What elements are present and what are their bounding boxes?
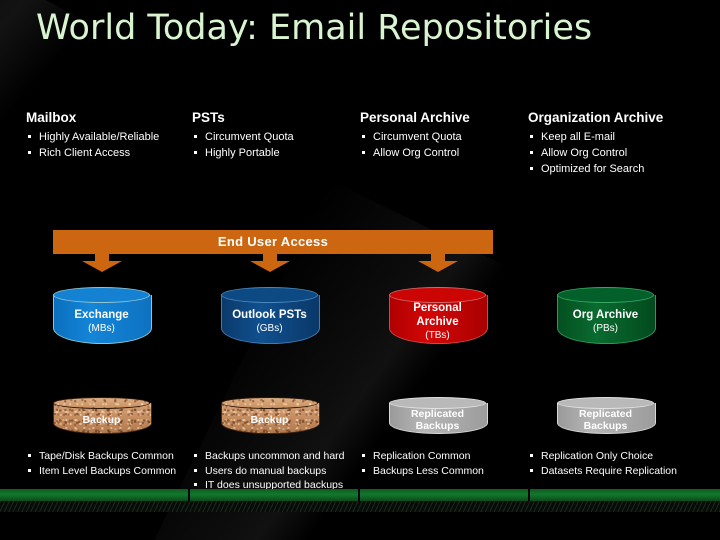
list-item: Highly Portable (192, 145, 294, 161)
backup-label-psts: Backup (221, 397, 318, 437)
footer-green-bar (0, 489, 720, 501)
store-name-line2: Archive (416, 316, 459, 328)
list-item: Optimized for Search (528, 161, 663, 177)
bullet-list-notes-organization-archive: Replication Only Choice Datasets Require… (528, 449, 677, 478)
list-item: Backups Less Common (360, 464, 484, 479)
list-item: Circumvent Quota (360, 129, 470, 145)
list-item: Rich Client Access (26, 145, 159, 161)
store-cylinder-exchange: Exchange (MBs) (53, 287, 152, 351)
list-item: Item Level Backups Common (26, 464, 176, 479)
column-personal-archive: Personal Archive Circumvent Quota Allow … (360, 110, 470, 161)
store-label-outlook-psts: Outlook PSTs (GBs) (221, 287, 318, 351)
store-label-org-archive: Org Archive (PBs) (557, 287, 654, 351)
backup-label-personal-archive: Replicated Backups (389, 397, 486, 437)
down-arrow-icon-exchange (82, 254, 122, 272)
backup-label-org-archive: Replicated Backups (557, 397, 654, 437)
notes-mailbox: Tape/Disk Backups Common Item Level Back… (26, 449, 176, 478)
store-name: Outlook PSTs (232, 309, 307, 321)
backup-cylinder-org-archive: Replicated Backups (557, 397, 656, 437)
column-organization-archive: Organization Archive Keep all E-mail All… (528, 110, 663, 177)
column-header-psts: PSTs (192, 110, 225, 125)
store-name: Exchange (74, 309, 129, 321)
column-psts: PSTs Circumvent Quota Highly Portable (192, 110, 294, 161)
store-unit: (GBs) (256, 323, 283, 334)
notes-personal-archive: Replication Common Backups Less Common (360, 449, 484, 478)
store-label-exchange: Exchange (MBs) (53, 287, 150, 351)
list-item: Users do manual backups (192, 464, 345, 479)
list-item: Allow Org Control (528, 145, 663, 161)
slide-canvas: World Today: Email Repositories Mailbox … (0, 0, 720, 540)
backup-cylinder-exchange: Backup (53, 397, 152, 437)
list-item: Tape/Disk Backups Common (26, 449, 176, 464)
notes-organization-archive: Replication Only Choice Datasets Require… (528, 449, 677, 478)
footer-divider-2 (358, 489, 360, 501)
backup-cylinder-psts: Backup (221, 397, 320, 437)
notes-psts: Backups uncommon and hard Users do manua… (192, 449, 345, 493)
footer-divider-3 (528, 489, 530, 501)
footer-divider-1 (188, 489, 190, 501)
list-item: Replication Only Choice (528, 449, 677, 464)
store-unit: (TBs) (425, 330, 450, 341)
list-item: Backups uncommon and hard (192, 449, 345, 464)
backup-name-line2: Backups (583, 419, 628, 432)
column-header-organization-archive: Organization Archive (528, 110, 664, 125)
list-item: Allow Org Control (360, 145, 470, 161)
end-user-access-bar: End User Access (53, 230, 493, 254)
store-name: Org Archive (572, 309, 639, 321)
store-unit: (MBs) (88, 323, 115, 334)
backup-name-line2: Backups (415, 419, 460, 432)
bullet-list-organization-archive: Keep all E-mail Allow Org Control Optimi… (528, 129, 663, 177)
backup-cylinder-personal-archive: Replicated Backups (389, 397, 488, 437)
store-cylinder-outlook-psts: Outlook PSTs (GBs) (221, 287, 320, 351)
bullet-list-notes-psts: Backups uncommon and hard Users do manua… (192, 449, 345, 493)
footer-striped-bar (0, 501, 720, 512)
down-arrow-icon-psts (250, 254, 290, 272)
bullet-list-mailbox: Highly Available/Reliable Rich Client Ac… (26, 129, 159, 161)
page-title: World Today: Email Repositories (36, 8, 593, 48)
list-item: Circumvent Quota (192, 129, 294, 145)
column-mailbox: Mailbox Highly Available/Reliable Rich C… (26, 110, 159, 161)
store-label-personal-archive: Personal Archive (TBs) (389, 287, 486, 351)
store-name-line1: Personal (413, 302, 462, 314)
bullet-list-psts: Circumvent Quota Highly Portable (192, 129, 294, 161)
store-cylinder-org-archive: Org Archive (PBs) (557, 287, 656, 351)
list-item: Datasets Require Replication (528, 464, 677, 479)
down-arrow-icon-personal-archive (418, 254, 458, 272)
backup-name: Backup (82, 413, 121, 426)
list-item: Highly Available/Reliable (26, 129, 159, 145)
column-header-personal-archive: Personal Archive (360, 110, 470, 125)
bullet-list-personal-archive: Circumvent Quota Allow Org Control (360, 129, 470, 161)
backup-name: Backup (250, 413, 289, 426)
column-header-mailbox: Mailbox (26, 110, 77, 125)
store-cylinder-personal-archive: Personal Archive (TBs) (389, 287, 488, 351)
store-unit: (PBs) (593, 323, 618, 334)
bullet-list-notes-personal-archive: Replication Common Backups Less Common (360, 449, 484, 478)
list-item: Keep all E-mail (528, 129, 663, 145)
backup-name-line1: Replicated (578, 407, 633, 420)
bullet-list-notes-mailbox: Tape/Disk Backups Common Item Level Back… (26, 449, 176, 478)
backup-label-exchange: Backup (53, 397, 150, 437)
backup-name-line1: Replicated (410, 407, 465, 420)
list-item: Replication Common (360, 449, 484, 464)
